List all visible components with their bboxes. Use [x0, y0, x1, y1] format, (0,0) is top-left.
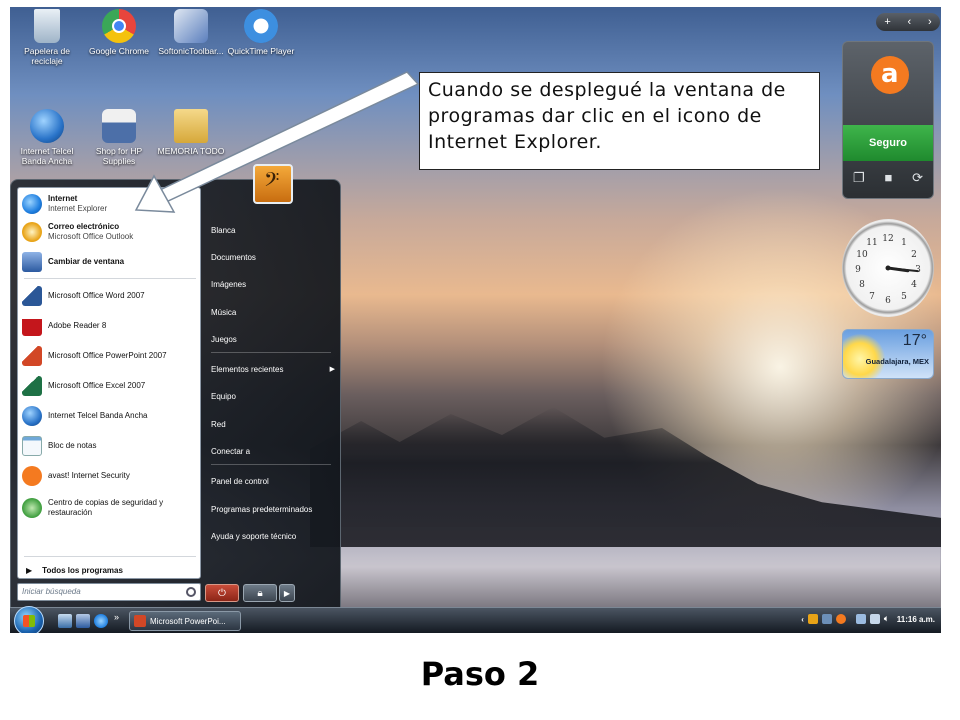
- instruction-callout: Cuando se desplegué la ventana de progra…: [419, 72, 820, 170]
- step-title: Paso 2: [420, 655, 540, 693]
